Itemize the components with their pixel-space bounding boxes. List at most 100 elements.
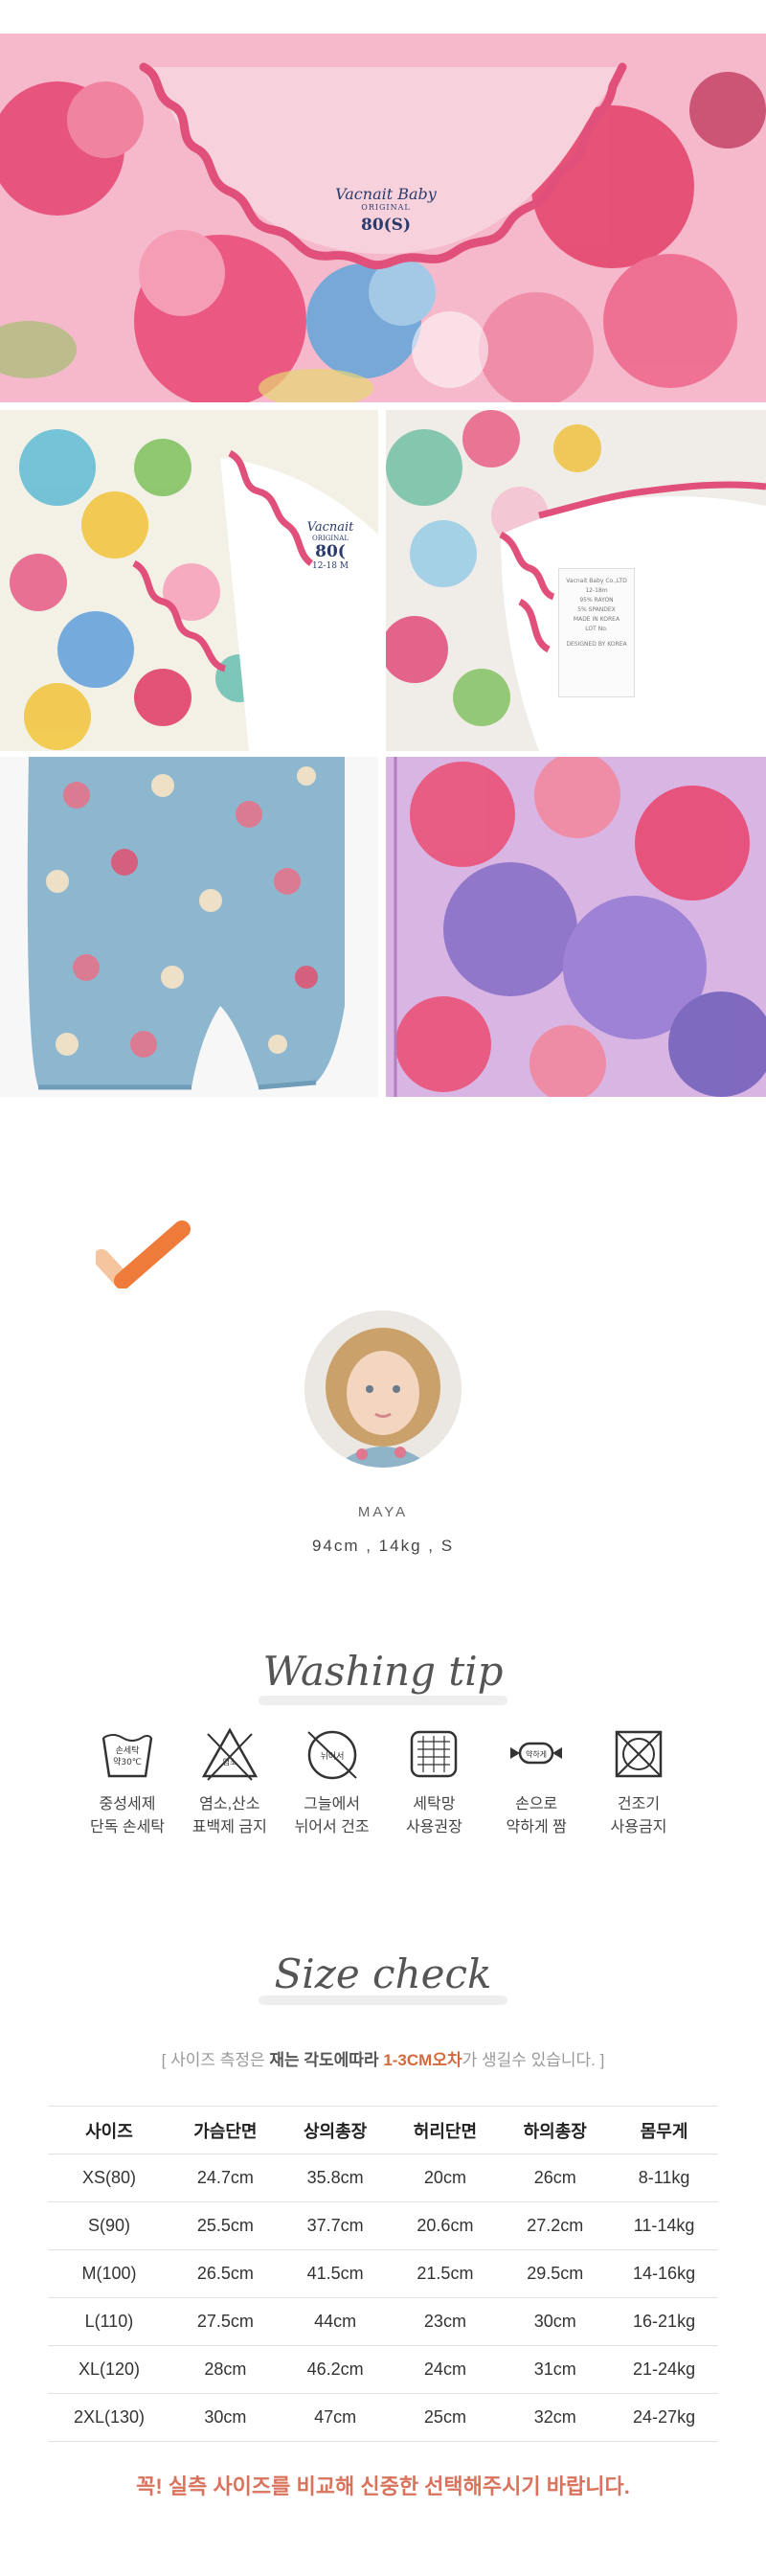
- size-table-header: 사이즈 가슴단면 상의총장 허리단면 하의총장 몸무게: [48, 2106, 718, 2154]
- wash-text-line2: 사용금지: [610, 1819, 667, 1835]
- size-note: [ 사이즈 측정은 재는 각도에따라 1-3CM오차가 생길수 있습니다. ]: [0, 2046, 766, 2070]
- table-cell: 26cm: [500, 2154, 611, 2202]
- no-bleach-icon: 염소: [201, 1727, 258, 1781]
- wash-text-line1: 그늘에서: [304, 1796, 361, 1812]
- header-cell: 가슴단면: [169, 2106, 281, 2154]
- table-cell: 27.5cm: [169, 2297, 281, 2346]
- model-name: MAYA: [357, 1504, 409, 1520]
- header-cell: 허리단면: [390, 2106, 501, 2154]
- table-cell: XS(80): [48, 2154, 170, 2202]
- svg-text:약30℃: 약30℃: [113, 1756, 142, 1767]
- table-cell: 16-21kg: [610, 2297, 718, 2346]
- model-avatar: [304, 1311, 462, 1468]
- brand-sub: ORIGINAL: [361, 203, 411, 212]
- size-note-bold: 재는 각도에따라: [269, 2051, 384, 2069]
- wash-text-line1: 중성세제: [99, 1796, 156, 1812]
- table-row: XL(120) 28cm 46.2cm 24cm 31cm 21-24kg: [48, 2345, 718, 2394]
- wash-text-line2: 약하게 짬: [506, 1819, 567, 1835]
- wash-item: 약하게 손으로약하게 짬: [485, 1724, 587, 1887]
- svg-text:뉘어서: 뉘어서: [320, 1751, 344, 1762]
- wash-text-line1: 손으로: [515, 1796, 558, 1812]
- care-line: 95% RAYON: [579, 597, 614, 604]
- wash-item: 세탁망사용권장: [383, 1724, 484, 1887]
- collar-brand-label: Vacnait Baby ORIGINAL 80(S): [333, 177, 439, 254]
- table-cell: 11-14kg: [610, 2201, 718, 2250]
- size-mark: 80(: [315, 542, 346, 561]
- table-cell: 24.7cm: [169, 2154, 281, 2202]
- wash-text-line1: 염소,산소: [199, 1796, 260, 1812]
- table-cell: M(100): [48, 2249, 170, 2298]
- table-cell: 31cm: [500, 2345, 611, 2394]
- table-cell: 25cm: [390, 2393, 501, 2442]
- wash-item: 손세탁 약30℃ 중성세제단독 손세탁: [77, 1724, 178, 1887]
- table-row: XS(80) 24.7cm 35.8cm 20cm 26cm 8-11kg: [48, 2154, 718, 2202]
- svg-text:약하게: 약하게: [526, 1749, 547, 1759]
- brand-name: Vacnait Baby: [335, 185, 437, 203]
- table-cell: 28cm: [169, 2345, 281, 2394]
- table-cell: 14-16kg: [610, 2249, 718, 2298]
- table-cell: XL(120): [48, 2345, 170, 2394]
- washing-title-underline: [259, 1696, 507, 1705]
- care-line: DESIGNED BY KOREA: [566, 641, 627, 648]
- gentle-wring-icon: 약하게: [510, 1742, 563, 1765]
- model-info: 94cm , 14kg , S: [311, 1537, 455, 1555]
- table-cell: 26.5cm: [169, 2249, 281, 2298]
- table-cell: 30cm: [169, 2393, 281, 2442]
- wash-item: 염소 염소,산소표백제 금지: [179, 1724, 281, 1887]
- wash-text-line1: 세탁망: [413, 1796, 456, 1812]
- wash-text-line1: 건조기: [617, 1796, 661, 1812]
- product-photo-sleeve-label: Vacnait ORIGINAL 80( 12-18 M: [0, 410, 378, 751]
- table-cell: 37.7cm: [280, 2201, 391, 2250]
- table-cell: 23cm: [390, 2297, 501, 2346]
- table-cell: L(110): [48, 2297, 170, 2346]
- care-line: 5% SPANDEX: [577, 606, 616, 613]
- wash-text-line2: 단독 손세탁: [89, 1819, 166, 1835]
- table-row: M(100) 26.5cm 41.5cm 21.5cm 29.5cm 14-16…: [48, 2249, 718, 2298]
- mid-brand-label: Vacnait ORIGINAL 80( 12-18 M: [287, 520, 373, 571]
- care-line: LOT No.: [585, 626, 608, 632]
- header-cell: 사이즈: [48, 2106, 170, 2154]
- shade-dry-icon: 뉘어서: [306, 1730, 357, 1780]
- header-cell: 하의총장: [500, 2106, 611, 2154]
- size-note-highlight: 1-3CM오차: [383, 2051, 462, 2069]
- washing-icons: 손세탁 약30℃ 중성세제단독 손세탁 염소 염소,산소표백제 금지 뉘어서 그…: [77, 1724, 689, 1887]
- table-row: L(110) 27.5cm 44cm 23cm 30cm 16-21kg: [48, 2297, 718, 2346]
- table-cell: 24-27kg: [610, 2393, 718, 2442]
- table-cell: 41.5cm: [280, 2249, 391, 2298]
- table-cell: S(90): [48, 2201, 170, 2250]
- hand-wash-30-icon: 손세탁 약30℃: [101, 1734, 153, 1778]
- product-photo-collar: Vacnait Baby ORIGINAL 80(S): [0, 34, 766, 402]
- table-cell: 27.2cm: [500, 2201, 611, 2250]
- size-title: Size check: [274, 1950, 492, 1997]
- table-cell: 2XL(130): [48, 2393, 170, 2442]
- table-cell: 21-24kg: [610, 2345, 718, 2394]
- table-cell: 25.5cm: [169, 2201, 281, 2250]
- wash-item: 뉘어서 그늘에서뉘어서 건조: [282, 1724, 383, 1887]
- size-mark: 80(S): [360, 216, 412, 235]
- table-cell: 47cm: [280, 2393, 391, 2442]
- table-cell: 20.6cm: [390, 2201, 501, 2250]
- washing-title: Washing tip: [262, 1648, 504, 1695]
- table-cell: 44cm: [280, 2297, 391, 2346]
- wash-text-line2: 표백제 금지: [192, 1819, 267, 1835]
- table-row: 2XL(130) 30cm 47cm 25cm 32cm 24-27kg: [48, 2393, 718, 2442]
- header-cell: 몸무게: [610, 2106, 718, 2154]
- laundry-net-icon: [411, 1730, 458, 1778]
- age-mark: 12-18 M: [311, 561, 349, 571]
- care-line: 12-18m: [585, 587, 608, 594]
- size-table: 사이즈 가슴단면 상의총장 허리단면 하의총장 몸무게 XS(80) 24.7c…: [48, 2106, 718, 2442]
- care-line: Vacnait Baby Co.,LTD: [566, 578, 627, 584]
- wash-text-line2: 뉘어서 건조: [294, 1819, 370, 1835]
- product-photo-shorts: [0, 757, 378, 1097]
- care-label: Vacnait Baby Co.,LTD 12-18m 95% RAYON 5%…: [558, 568, 635, 697]
- table-cell: 21.5cm: [390, 2249, 501, 2298]
- size-note-prefix: [ 사이즈 측정은: [161, 2051, 270, 2069]
- table-cell: 32cm: [500, 2393, 611, 2442]
- brand-sub: ORIGINAL: [312, 535, 349, 542]
- size-note-suffix: 가 생길수 있습니다. ]: [462, 2051, 605, 2069]
- care-line: MADE IN KOREA: [573, 616, 620, 623]
- wash-text-line2: 사용권장: [405, 1819, 462, 1835]
- brand-name: Vacnait: [306, 520, 354, 535]
- no-tumble-dry-icon: [615, 1730, 663, 1778]
- wash-item: 건조기사용금지: [588, 1724, 689, 1887]
